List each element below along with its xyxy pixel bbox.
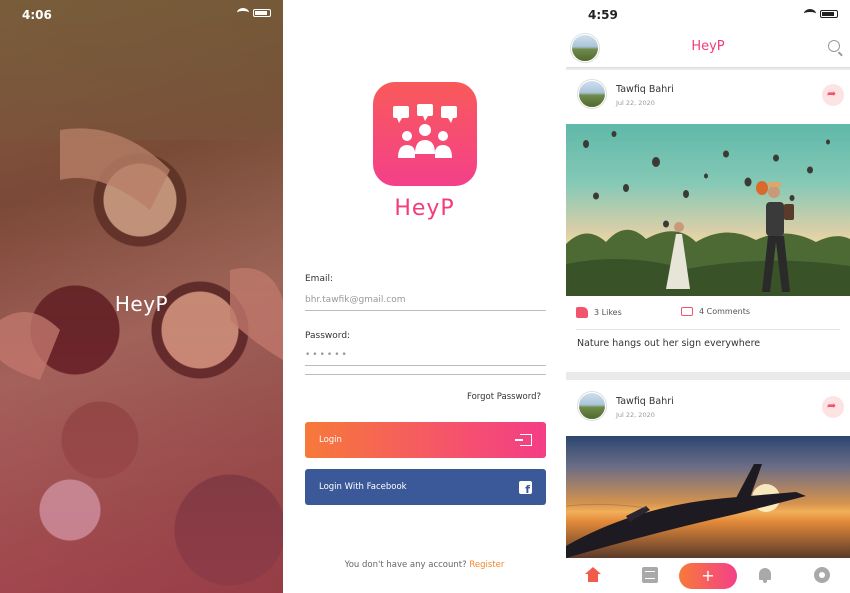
gear-icon[interactable] xyxy=(814,567,830,583)
facebook-button-label: Login With Facebook xyxy=(319,482,407,492)
wifi-icon xyxy=(804,9,816,18)
no-account-text: You don't have any account? xyxy=(344,560,467,570)
add-post-button[interactable]: + xyxy=(679,563,737,589)
home-icon[interactable] xyxy=(585,567,601,583)
app-bar: HeyP xyxy=(566,28,850,68)
post-author-name[interactable]: Tawfiq Bahri xyxy=(616,84,674,95)
splash-screen: 4:06 HeyP xyxy=(0,0,283,593)
logo-people-icon xyxy=(393,104,457,158)
splash-title: HeyP xyxy=(114,292,169,316)
wifi-icon xyxy=(237,8,249,17)
bottom-navigation: + xyxy=(566,558,850,593)
login-icon xyxy=(515,434,532,446)
forgot-password-link[interactable]: Forgot Password? xyxy=(467,392,541,402)
like-button[interactable]: 3 Likes xyxy=(576,307,622,318)
register-prompt: You don't have any account? Register xyxy=(283,560,566,570)
comments-count: 4 Comments xyxy=(699,307,750,316)
post-caption: Nature hangs out her sign everywhere xyxy=(577,338,761,349)
comment-icon xyxy=(681,307,693,316)
login-button-label: Login xyxy=(319,435,342,445)
facebook-icon xyxy=(519,480,532,496)
battery-icon xyxy=(253,8,271,17)
password-label: Password: xyxy=(305,331,351,341)
status-time: 4:06 xyxy=(22,8,52,22)
post-image-balloons[interactable] xyxy=(566,124,850,296)
airplane-wing-illustration xyxy=(566,464,806,558)
status-icons xyxy=(804,9,838,18)
status-time: 4:59 xyxy=(588,8,618,22)
bell-icon[interactable] xyxy=(757,567,773,583)
login-button[interactable]: Login xyxy=(305,422,546,458)
feed-screen: 4:59 HeyP Tawfiq Bahri Jul 22, 2020 ➦ 3 … xyxy=(566,0,850,593)
logo-text: HeyP xyxy=(394,196,455,221)
share-icon[interactable] xyxy=(822,396,844,418)
email-field[interactable] xyxy=(305,289,546,311)
share-icon[interactable] xyxy=(822,84,844,106)
password-underline xyxy=(305,374,546,375)
post-author-name[interactable]: Tawfiq Bahri xyxy=(616,396,674,407)
register-link[interactable]: Register xyxy=(469,560,504,570)
balloons-illustration xyxy=(566,131,850,296)
document-icon[interactable] xyxy=(642,567,658,583)
post-author-avatar[interactable] xyxy=(578,80,606,108)
facebook-login-button[interactable]: Login With Facebook xyxy=(305,469,546,505)
battery-icon xyxy=(820,9,838,18)
post-date: Jul 22, 2020 xyxy=(616,99,655,107)
post-image-airplane[interactable] xyxy=(566,436,850,558)
post-date: Jul 22, 2020 xyxy=(616,411,655,419)
likes-count: 3 Likes xyxy=(594,308,622,317)
password-field[interactable] xyxy=(305,344,546,366)
login-screen: HeyP Email: Password: Forgot Password? L… xyxy=(283,0,566,593)
app-logo xyxy=(373,82,477,186)
comments-button[interactable]: 4 Comments xyxy=(681,307,750,316)
email-label: Email: xyxy=(305,274,334,284)
search-icon[interactable] xyxy=(828,40,840,52)
status-icons xyxy=(237,8,271,17)
app-title: HeyP xyxy=(691,39,725,54)
divider xyxy=(576,329,840,330)
post-author-avatar[interactable] xyxy=(578,392,606,420)
like-icon xyxy=(576,307,588,318)
